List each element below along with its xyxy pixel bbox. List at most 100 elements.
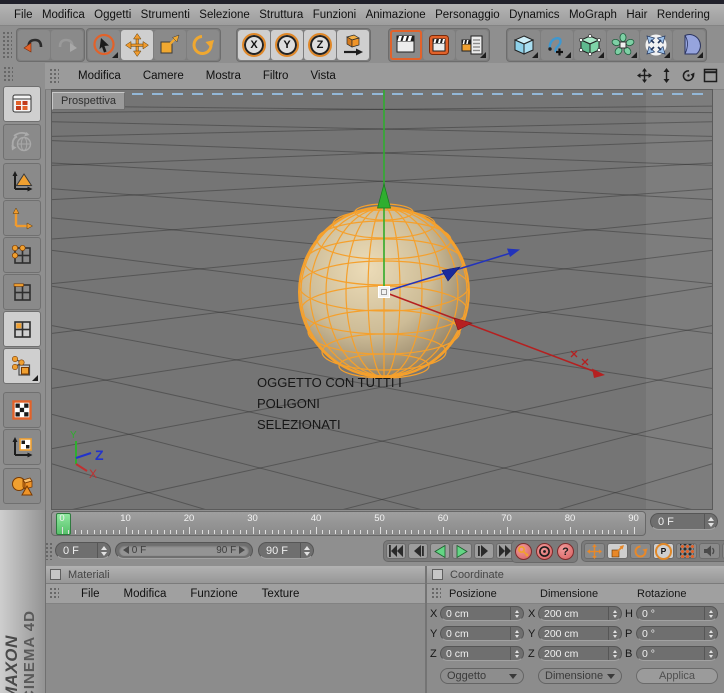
- dim-x-field[interactable]: 200 cm: [538, 606, 622, 621]
- previous-frame-button[interactable]: [408, 543, 428, 559]
- command-palette-button[interactable]: [3, 86, 41, 122]
- transport-grip[interactable]: [45, 542, 53, 560]
- dim-y-field[interactable]: 200 cm: [538, 626, 622, 641]
- record-parameter-button[interactable]: P: [653, 542, 674, 560]
- points-mode-button[interactable]: [3, 237, 41, 273]
- pos-x-field[interactable]: 0 cm: [440, 606, 524, 621]
- vp-menu-vista[interactable]: Vista: [299, 70, 346, 82]
- menu-hair[interactable]: Hair: [626, 9, 647, 21]
- materials-menu-funzione[interactable]: Funzione: [178, 588, 249, 600]
- vp-menu-filtro[interactable]: Filtro: [252, 70, 300, 82]
- coordinate-system-button[interactable]: [337, 30, 369, 60]
- rot-p-field[interactable]: 0 °: [636, 626, 718, 641]
- materials-title-bar[interactable]: Materiali: [45, 566, 425, 584]
- transport-frame-spinner[interactable]: [97, 543, 110, 558]
- menu-funzioni[interactable]: Funzioni: [313, 9, 356, 21]
- vp-menu-mostra[interactable]: Mostra: [195, 70, 252, 82]
- undo-button[interactable]: [18, 30, 50, 60]
- convert-button[interactable]: [3, 124, 41, 160]
- model-mode-button[interactable]: [3, 163, 41, 199]
- lock-x-button[interactable]: X: [238, 30, 270, 60]
- vp-menu-modifica[interactable]: Modifica: [67, 70, 132, 82]
- menu-struttura[interactable]: Struttura: [259, 9, 303, 21]
- dim-z-field[interactable]: 200 cm: [538, 646, 622, 661]
- pan-icon[interactable]: [637, 68, 652, 83]
- scale-tool-button[interactable]: [154, 30, 186, 60]
- apply-button[interactable]: Applica: [636, 668, 718, 684]
- menu-strumenti[interactable]: Strumenti: [141, 9, 190, 21]
- edges-mode-button[interactable]: [3, 274, 41, 310]
- spline-button[interactable]: [541, 30, 573, 60]
- primitive-cube-button[interactable]: [508, 30, 540, 60]
- record-scale-button[interactable]: [607, 543, 628, 559]
- sidebar-grip[interactable]: [3, 66, 13, 82]
- vp-menu-camere[interactable]: Camere: [132, 70, 195, 82]
- materials-menu-file[interactable]: File: [69, 588, 112, 600]
- menu-dynamics[interactable]: Dynamics: [509, 9, 559, 21]
- polygons-mode-button[interactable]: [3, 311, 41, 347]
- record-point-level-button[interactable]: [676, 543, 697, 559]
- coordinates-title-bar[interactable]: Coordinate: [427, 566, 724, 584]
- current-frame-field[interactable]: 0 F: [650, 513, 718, 530]
- snap-mode-button[interactable]: [3, 348, 41, 384]
- menu-modifica[interactable]: Modifica: [42, 9, 85, 21]
- menu-file[interactable]: File: [14, 9, 33, 21]
- viewport-label[interactable]: Prospettiva: [52, 92, 126, 110]
- mode-dropdown[interactable]: Oggetto: [440, 668, 524, 684]
- deformer-button[interactable]: [640, 30, 672, 60]
- coordinates-panel-checkbox[interactable]: [432, 569, 443, 580]
- goto-start-button[interactable]: [386, 543, 406, 559]
- move-tool-button[interactable]: [121, 30, 153, 60]
- materials-panel-checkbox[interactable]: [50, 569, 61, 580]
- autokey-button[interactable]: [535, 543, 554, 560]
- rotate-view-icon[interactable]: [681, 68, 696, 83]
- live-selection-button[interactable]: [88, 30, 120, 60]
- menu-selezione[interactable]: Selezione: [199, 9, 250, 21]
- menu-oggetti[interactable]: Oggetti: [94, 9, 131, 21]
- materials-menu-grip[interactable]: [49, 587, 59, 600]
- redo-button[interactable]: [51, 30, 83, 60]
- viewport-menu-grip[interactable]: [49, 68, 59, 84]
- toolbar-grip[interactable]: [2, 31, 12, 59]
- transport-frame-field[interactable]: 0 F: [55, 542, 111, 559]
- transport-end-spinner[interactable]: [300, 543, 313, 558]
- pos-z-field[interactable]: 0 cm: [440, 646, 524, 661]
- play-forward-button[interactable]: [452, 543, 472, 559]
- render-view-button[interactable]: [390, 30, 422, 60]
- texture-axis-mode-button[interactable]: [3, 429, 41, 465]
- gizmo-center-handle[interactable]: [378, 286, 390, 298]
- generator-button[interactable]: [574, 30, 606, 60]
- zoom-icon[interactable]: [659, 68, 674, 83]
- timeline-ruler[interactable]: 0 10 20 30 40 50 60 70 80 90: [51, 511, 646, 536]
- rotate-tool-button[interactable]: [187, 30, 219, 60]
- sound-button[interactable]: [699, 543, 720, 559]
- menu-animazione[interactable]: Animazione: [366, 9, 426, 21]
- menu-mograph[interactable]: MoGraph: [569, 9, 617, 21]
- menu-personaggio[interactable]: Personaggio: [435, 9, 500, 21]
- pos-y-field[interactable]: 0 cm: [440, 626, 524, 641]
- render-settings-button[interactable]: [456, 30, 488, 60]
- record-rotation-button[interactable]: [630, 543, 651, 559]
- size-dropdown[interactable]: Dimensione: [538, 668, 622, 684]
- object-tools-button[interactable]: [3, 468, 41, 504]
- maximize-icon[interactable]: [703, 68, 718, 83]
- mograph-button[interactable]: [607, 30, 639, 60]
- materials-menu-texture[interactable]: Texture: [250, 588, 312, 600]
- lock-y-button[interactable]: Y: [271, 30, 303, 60]
- coordinates-grip[interactable]: [431, 587, 441, 600]
- menu-rendering[interactable]: Rendering: [657, 9, 710, 21]
- object-axis-mode-button[interactable]: [3, 200, 41, 236]
- play-backward-button[interactable]: [430, 543, 450, 559]
- keying-help-button[interactable]: ?: [556, 543, 575, 560]
- frame-spinner[interactable]: [704, 514, 717, 529]
- next-frame-button[interactable]: [474, 543, 494, 559]
- materials-menu-modifica[interactable]: Modifica: [112, 588, 179, 600]
- render-picture-viewer-button[interactable]: [423, 30, 455, 60]
- rot-h-field[interactable]: 0 °: [636, 606, 718, 621]
- rot-b-field[interactable]: 0 °: [636, 646, 718, 661]
- environment-button[interactable]: [673, 30, 705, 60]
- record-position-button[interactable]: [584, 543, 605, 559]
- perspective-viewport[interactable]: Y Z X Prospettiva OGGETTO CON TUTTI I PO…: [51, 89, 713, 510]
- transport-end-field[interactable]: 90 F: [258, 542, 314, 559]
- lock-z-button[interactable]: Z: [304, 30, 336, 60]
